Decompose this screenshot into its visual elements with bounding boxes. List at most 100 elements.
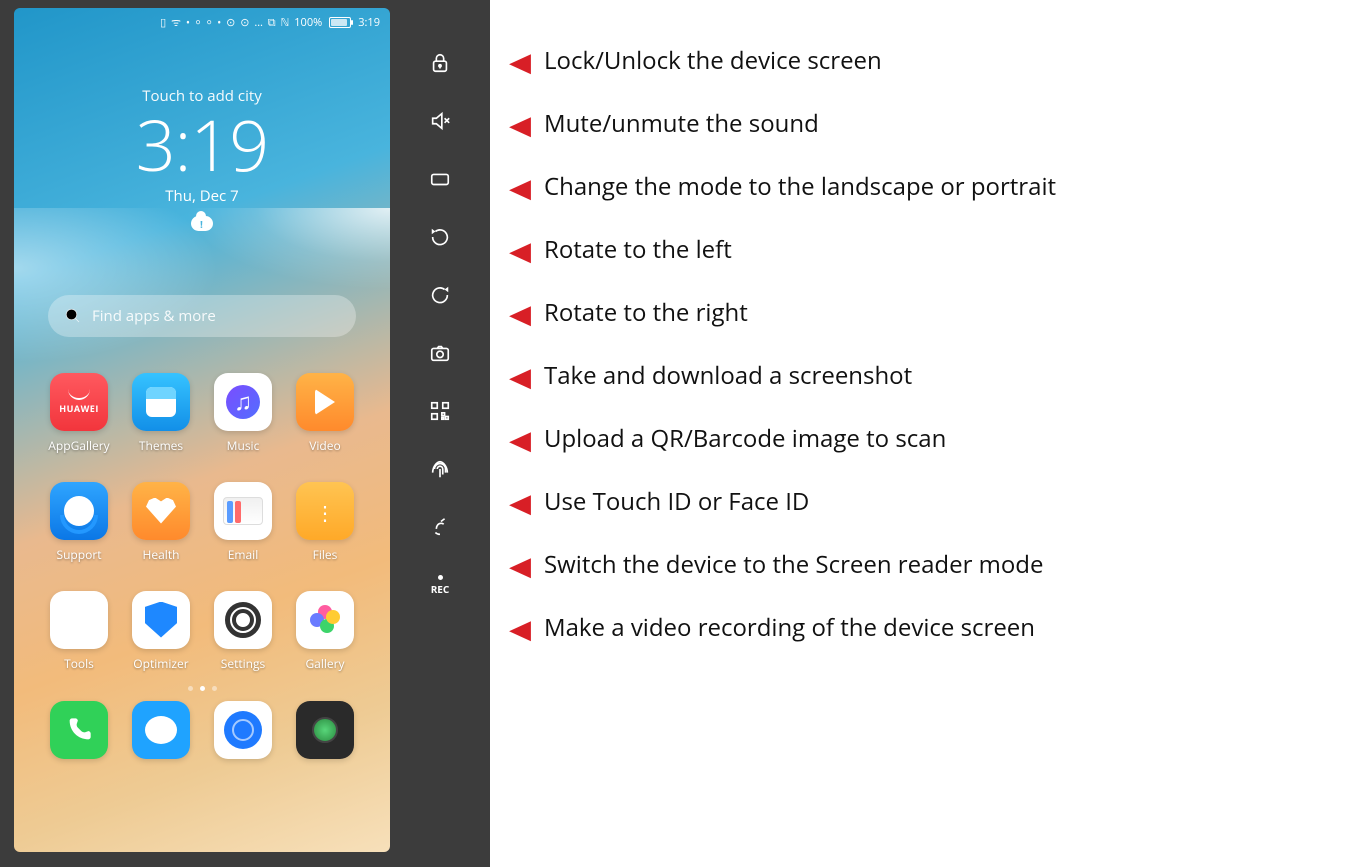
camera-icon [296, 701, 354, 759]
annotation-text: Mute/unmute the sound [544, 107, 819, 140]
rotate-left-button[interactable] [427, 224, 453, 250]
battery-percent: 100% [294, 15, 322, 30]
add-city-hint[interactable]: Touch to add city [14, 86, 390, 106]
arrow-left-icon: ◀ [509, 237, 531, 263]
app-label: Video [309, 437, 340, 454]
app-appgallery[interactable]: HUAWEI AppGallery [38, 373, 120, 454]
app-settings[interactable]: Settings [202, 591, 284, 672]
annotation-mute: ◀ Mute/unmute the sound [510, 107, 1330, 140]
search-icon [64, 307, 82, 325]
app-video[interactable]: Video [284, 373, 366, 454]
clock-widget[interactable]: Touch to add city 3:19 Thu, Dec 7 [14, 86, 390, 231]
support-icon [50, 482, 108, 540]
status-glyphs: ▯ ᯤ • ⸰ ⸰ • ⊙ ⊙ … ⧉ ℕ [160, 15, 290, 30]
lock-button[interactable] [427, 50, 453, 76]
page-indicator[interactable] [14, 686, 390, 691]
app-label: Optimizer [133, 655, 188, 672]
annotation-text: Upload a QR/Barcode image to scan [544, 422, 946, 455]
widget-time: 3:19 [14, 108, 390, 182]
app-label: Tools [64, 655, 94, 672]
app-health[interactable]: Health [120, 482, 202, 563]
app-optimizer[interactable]: Optimizer [120, 591, 202, 672]
arrow-left-icon: ◀ [509, 489, 531, 515]
appgallery-icon: HUAWEI [50, 373, 108, 431]
app-music[interactable]: ♫ Music [202, 373, 284, 454]
app-label: Support [56, 546, 101, 563]
email-icon [214, 482, 272, 540]
browser-icon [214, 701, 272, 759]
annotation-text: Rotate to the right [544, 296, 748, 329]
widget-date: Thu, Dec 7 [14, 186, 390, 206]
annotation-text: Switch the device to the Screen reader m… [544, 548, 1043, 581]
status-clock: 3:19 [358, 15, 380, 30]
settings-icon [214, 591, 272, 649]
dock-browser[interactable] [202, 701, 284, 759]
app-label: Email [228, 546, 259, 563]
annotation-lock: ◀ Lock/Unlock the device screen [510, 44, 1330, 77]
dock-messages[interactable] [120, 701, 202, 759]
optimizer-icon [132, 591, 190, 649]
app-gallery[interactable]: Gallery [284, 591, 366, 672]
device-screen[interactable]: ▯ ᯤ • ⸰ ⸰ • ⊙ ⊙ … ⧉ ℕ 100% 3:19 Touch to… [14, 8, 390, 852]
arrow-left-icon: ◀ [509, 615, 531, 641]
arrow-left-icon: ◀ [509, 300, 531, 326]
video-icon [296, 373, 354, 431]
music-icon: ♫ [214, 373, 272, 431]
app-label: Themes [139, 437, 183, 454]
files-icon: ⋮ [296, 482, 354, 540]
mute-button[interactable] [427, 108, 453, 134]
dock [14, 701, 390, 775]
app-themes[interactable]: Themes [120, 373, 202, 454]
tools-folder-icon [50, 591, 108, 649]
app-files[interactable]: ⋮ Files [284, 482, 366, 563]
annotation-screenshot: ◀ Take and download a screenshot [510, 359, 1330, 392]
annotation-text: Use Touch ID or Face ID [544, 485, 809, 518]
annotation-text: Make a video recording of the device scr… [544, 611, 1035, 644]
app-grid: HUAWEI AppGallery Themes ♫ Music Video S… [14, 373, 390, 672]
screenshot-button[interactable] [427, 340, 453, 366]
orientation-button[interactable] [427, 166, 453, 192]
annotations-panel: ◀ Lock/Unlock the device screen ◀ Mute/u… [490, 0, 1350, 867]
arrow-left-icon: ◀ [509, 552, 531, 578]
weather-alert-icon[interactable] [191, 216, 213, 231]
app-label: Gallery [305, 655, 344, 672]
annotation-screen-reader: ◀ Switch the device to the Screen reader… [510, 548, 1330, 581]
biometric-button[interactable] [427, 456, 453, 482]
arrow-left-icon: ◀ [509, 363, 531, 389]
app-email[interactable]: Email [202, 482, 284, 563]
annotation-text: Lock/Unlock the device screen [544, 44, 882, 77]
annotation-text: Change the mode to the landscape or port… [544, 170, 1056, 203]
app-tools[interactable]: Tools [38, 591, 120, 672]
arrow-left-icon: ◀ [509, 48, 531, 74]
annotation-biometric: ◀ Use Touch ID or Face ID [510, 485, 1330, 518]
screen-reader-button[interactable] [427, 514, 453, 540]
emulator-toolbar: REC [390, 8, 490, 859]
dock-camera[interactable] [284, 701, 366, 759]
search-bar[interactable]: Find apps & more [48, 295, 356, 337]
battery-icon [329, 17, 351, 28]
record-label: REC [431, 582, 450, 596]
annotation-orientation: ◀ Change the mode to the landscape or po… [510, 170, 1330, 203]
search-placeholder: Find apps & more [92, 306, 216, 326]
app-label: Settings [221, 655, 266, 672]
app-label: Music [227, 437, 260, 454]
qr-upload-button[interactable] [427, 398, 453, 424]
annotation-text: Take and download a screenshot [544, 359, 912, 392]
annotation-qr: ◀ Upload a QR/Barcode image to scan [510, 422, 1330, 455]
app-label: AppGallery [48, 437, 109, 454]
rotate-right-button[interactable] [427, 282, 453, 308]
app-support[interactable]: Support [38, 482, 120, 563]
gallery-icon [296, 591, 354, 649]
dock-phone[interactable] [38, 701, 120, 759]
annotation-text: Rotate to the left [544, 233, 732, 266]
arrow-left-icon: ◀ [509, 111, 531, 137]
annotation-rotate-right: ◀ Rotate to the right [510, 296, 1330, 329]
app-label: Files [313, 546, 338, 563]
messages-icon [132, 701, 190, 759]
annotation-rotate-left: ◀ Rotate to the left [510, 233, 1330, 266]
record-button[interactable]: REC [427, 572, 453, 598]
status-bar: ▯ ᯤ • ⸰ ⸰ • ⊙ ⊙ … ⧉ ℕ 100% 3:19 [14, 8, 390, 36]
emulator-frame: ▯ ᯤ • ⸰ ⸰ • ⊙ ⊙ … ⧉ ℕ 100% 3:19 Touch to… [0, 0, 490, 867]
app-label: Health [143, 546, 180, 563]
phone-icon [50, 701, 108, 759]
